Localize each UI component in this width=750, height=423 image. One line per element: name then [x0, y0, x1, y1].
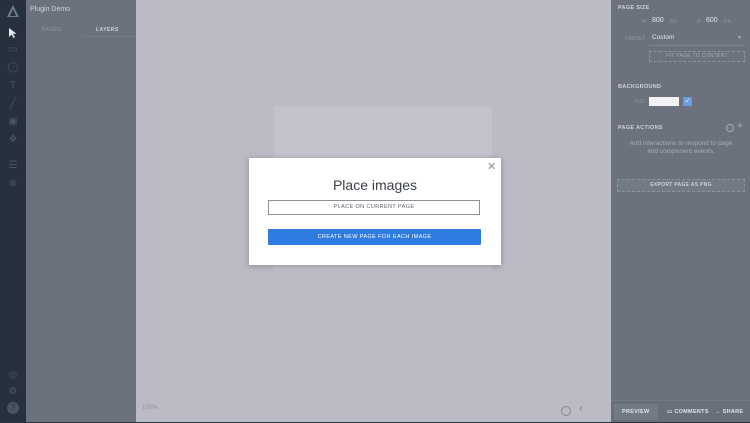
image-tool-icon[interactable]: ▣ — [7, 116, 19, 128]
line-tool-icon[interactable]: ╱ — [7, 98, 19, 110]
tool-rail: ▭ ◯ T ╱ ▣ ❖ ☰ ⊕ ◎ ⚙ ? — [0, 0, 26, 422]
settings-icon[interactable]: ⚙ — [7, 386, 19, 398]
components-tool-icon[interactable]: ❖ — [7, 134, 19, 146]
place-images-dialog: Place images ✕ PLACE ON CURRENT PAGE CRE… — [249, 158, 501, 265]
cursor-tool-icon[interactable] — [8, 27, 18, 39]
close-icon[interactable]: ✕ — [487, 160, 496, 173]
app-logo-icon — [7, 5, 19, 17]
place-on-current-page-button[interactable]: PLACE ON CURRENT PAGE — [268, 200, 480, 215]
plugins-tool-icon[interactable]: ⊕ — [7, 178, 19, 190]
text-tool-icon[interactable]: T — [7, 80, 19, 92]
notifications-icon[interactable]: ◎ — [7, 370, 19, 382]
assets-tool-icon[interactable]: ☰ — [7, 160, 19, 172]
help-icon[interactable]: ? — [7, 402, 19, 414]
create-new-page-for-each-image-button[interactable]: CREATE NEW PAGE FOR EACH IMAGE — [268, 229, 481, 245]
ellipse-tool-icon[interactable]: ◯ — [7, 62, 19, 74]
rectangle-tool-icon[interactable]: ▭ — [7, 44, 19, 56]
dialog-title: Place images — [332, 177, 418, 193]
